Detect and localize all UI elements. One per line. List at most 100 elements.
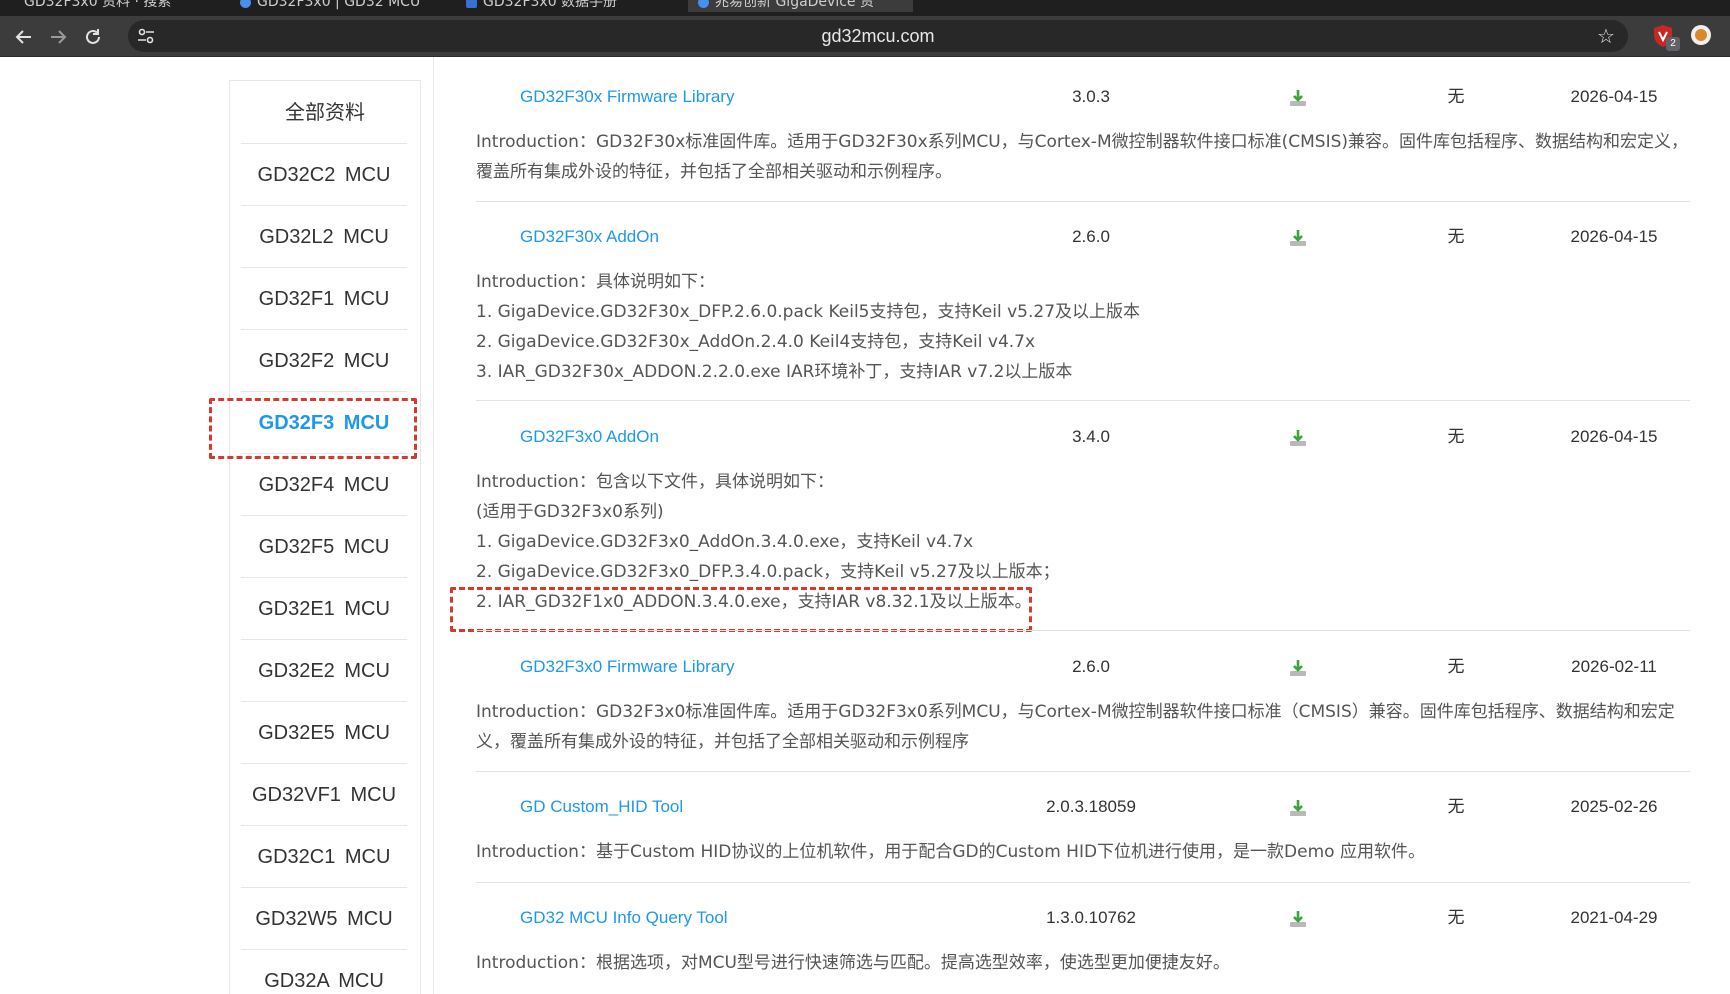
file-name-link[interactable]: GD32 MCU Info Query Tool xyxy=(520,903,728,933)
forward-arrow-icon xyxy=(51,30,67,44)
file-introduction: Introduction：具体说明如下： 1. GigaDevice.GD32F… xyxy=(476,267,1690,387)
file-name-link[interactable]: GD32F3x0 Firmware Library xyxy=(520,652,734,682)
tab-title: GD32F3x0 数据手册 xyxy=(483,0,618,10)
browser-tab[interactable]: GD32F3x0 资料 · 搜索 xyxy=(24,0,224,12)
intro-line: Introduction：GD32F30x标准固件库。适用于GD32F30x系列… xyxy=(476,132,1689,152)
intro-line: 1. GigaDevice.GD32F30x_DFP.2.6.0.pack Ke… xyxy=(476,302,1141,322)
sidebar-item-gd32e5[interactable]: GD32E5 MCU xyxy=(241,701,407,764)
sidebar-item-gd32f1[interactable]: GD32F1 MCU xyxy=(241,267,407,330)
file-fee: 无 xyxy=(1447,908,1465,928)
site-favicon-icon xyxy=(240,0,251,8)
file-version: 3.0.3 xyxy=(1072,87,1110,106)
file-version: 3.4.0 xyxy=(1072,427,1110,446)
file-row: GD32F3x0 Firmware Library 2.6.0 无 2026-0… xyxy=(476,652,1690,682)
intro-line: Introduction：具体说明如下： xyxy=(476,272,715,292)
row-separator xyxy=(476,771,1690,772)
intro-line: 2. GigaDevice.GD32F3x0_DFP.3.4.0.pack，支持… xyxy=(476,562,1060,582)
file-introduction: Introduction：基于Custom HID协议的上位机软件，用于配合GD… xyxy=(476,837,1690,867)
row-separator xyxy=(476,201,1690,202)
download-icon[interactable] xyxy=(1288,909,1308,929)
intro-line: 1. GigaDevice.GD32F3x0_AddOn.3.4.0.exe，支… xyxy=(476,532,974,552)
browser-toolbar: gd32mcu.com ☆ 2 xyxy=(0,16,1730,57)
extension-badge: 2 xyxy=(1666,37,1680,51)
file-fee: 无 xyxy=(1447,797,1465,817)
highlight-annotation-box xyxy=(209,398,417,459)
intro-line: Introduction：GD32F3x0标准固件库。适用于GD32F3x0系列… xyxy=(476,702,1675,722)
intro-line: 覆盖所有集成外设的特征，并包括了全部相关驱动和示例程序。 xyxy=(476,162,952,182)
download-icon[interactable] xyxy=(1288,428,1308,448)
back-arrow-icon xyxy=(15,30,31,44)
row-separator xyxy=(476,882,1690,883)
extension-button[interactable]: 2 xyxy=(1650,23,1680,51)
doc-favicon-icon xyxy=(466,0,477,8)
category-sidebar: 全部资料 GD32C2 MCU GD32L2 MCU GD32F1 MCU GD… xyxy=(229,80,421,994)
file-row: GD32 MCU Info Query Tool 1.3.0.10762 无 2… xyxy=(476,903,1690,933)
file-fee: 无 xyxy=(1447,427,1465,447)
download-icon[interactable] xyxy=(1288,658,1308,678)
download-icon[interactable] xyxy=(1288,88,1308,108)
file-version: 2.0.3.18059 xyxy=(1046,797,1136,816)
profile-extension-icon xyxy=(1691,25,1711,45)
file-date: 2021-04-29 xyxy=(1570,908,1658,927)
url-text[interactable]: gd32mcu.com xyxy=(128,20,1628,52)
sidebar-item-gd32vf1[interactable]: GD32VF1 MCU xyxy=(241,763,407,826)
file-date: 2026-02-11 xyxy=(1571,657,1657,676)
file-name-link[interactable]: GD32F30x AddOn xyxy=(520,222,659,252)
file-fee: 无 xyxy=(1447,87,1465,107)
intro-line: 义，覆盖所有集成外设的特征，并包括了全部相关驱动和示例程序 xyxy=(476,732,969,752)
intro-line: Introduction：基于Custom HID协议的上位机软件，用于配合GD… xyxy=(476,842,1425,862)
intro-line: (适用于GD32F3x0系列) xyxy=(476,502,664,522)
star-icon[interactable]: ☆ xyxy=(1594,24,1618,48)
file-introduction: Introduction：GD32F30x标准固件库。适用于GD32F30x系列… xyxy=(476,127,1690,187)
browser-tab[interactable]: GD32F3x0 | GD32 MCU xyxy=(240,0,450,12)
sidebar-item-gd32f2[interactable]: GD32F2 MCU xyxy=(241,329,407,392)
browser-tab-active[interactable]: 兆易创新 GigaDevice 资 xyxy=(688,0,913,12)
file-introduction: Introduction：GD32F3x0标准固件库。适用于GD32F3x0系列… xyxy=(476,697,1690,757)
file-version: 2.6.0 xyxy=(1072,657,1110,676)
file-name-link[interactable]: GD32F30x Firmware Library xyxy=(520,82,734,112)
browser-tab-strip: GD32F3x0 资料 · 搜索 GD32F3x0 | GD32 MCU GD3… xyxy=(0,0,1730,16)
file-date: 2025-02-26 xyxy=(1570,797,1658,816)
highlight-annotation-box xyxy=(450,587,1032,632)
tab-title: GD32F3x0 资料 · 搜索 xyxy=(24,0,172,10)
download-icon[interactable] xyxy=(1288,798,1308,818)
back-button[interactable] xyxy=(10,23,38,51)
sidebar-item-gd32f5[interactable]: GD32F5 MCU xyxy=(241,515,407,578)
intro-line: 3. IAR_GD32F30x_ADDON.2.2.0.exe IAR环境补丁，… xyxy=(476,362,1073,382)
forward-button[interactable] xyxy=(44,23,72,51)
sidebar-item-gd32l2[interactable]: GD32L2 MCU xyxy=(241,205,407,268)
sidebar-item-gd32e1[interactable]: GD32E1 MCU xyxy=(241,577,407,640)
file-row: GD32F30x AddOn 2.6.0 无 2026-04-15 xyxy=(476,222,1690,252)
sidebar-item-gd32c1[interactable]: GD32C1 MCU xyxy=(241,825,407,888)
download-icon[interactable] xyxy=(1288,228,1308,248)
file-introduction: Introduction：根据选项，对MCU型号进行快速筛选与匹配。提高选型效率… xyxy=(476,948,1690,978)
reload-icon xyxy=(86,29,100,44)
file-version: 2.6.0 xyxy=(1072,227,1110,246)
tab-title: 兆易创新 GigaDevice 资 xyxy=(715,0,874,10)
file-date: 2026-04-15 xyxy=(1570,87,1658,106)
column-divider xyxy=(433,57,434,994)
sidebar-item-gd32a[interactable]: GD32A MCU xyxy=(241,949,407,994)
row-separator xyxy=(476,400,1690,401)
sidebar-title: 全部资料 xyxy=(285,100,365,124)
site-favicon-icon xyxy=(698,0,709,8)
reload-button[interactable] xyxy=(79,23,107,51)
file-name-link[interactable]: GD32F3x0 AddOn xyxy=(520,422,659,452)
sidebar-item-gd32f4[interactable]: GD32F4 MCU xyxy=(241,453,407,516)
intro-line: Introduction：包含以下文件，具体说明如下： xyxy=(476,472,834,492)
tab-title: GD32F3x0 | GD32 MCU xyxy=(257,0,421,10)
row-separator xyxy=(476,630,1690,631)
file-row: GD Custom_HID Tool 2.0.3.18059 无 2025-02… xyxy=(476,792,1690,822)
intro-line: 2. GigaDevice.GD32F30x_AddOn.2.4.0 Keil4… xyxy=(476,332,1036,352)
file-version: 1.3.0.10762 xyxy=(1046,908,1136,927)
profile-button[interactable] xyxy=(1690,24,1712,46)
sidebar-item-gd32w5[interactable]: GD32W5 MCU xyxy=(241,887,407,950)
file-row: GD32F30x Firmware Library 3.0.3 无 2026-0… xyxy=(476,82,1690,112)
sidebar-item-gd32c2[interactable]: GD32C2 MCU xyxy=(241,143,407,206)
file-name-link[interactable]: GD Custom_HID Tool xyxy=(520,792,683,822)
sidebar-item-gd32e2[interactable]: GD32E2 MCU xyxy=(241,639,407,702)
address-bar[interactable]: gd32mcu.com ☆ xyxy=(128,20,1628,52)
file-date: 2026-04-15 xyxy=(1570,227,1658,246)
browser-tab[interactable]: GD32F3x0 数据手册 xyxy=(466,0,676,12)
file-date: 2026-04-15 xyxy=(1570,427,1658,446)
